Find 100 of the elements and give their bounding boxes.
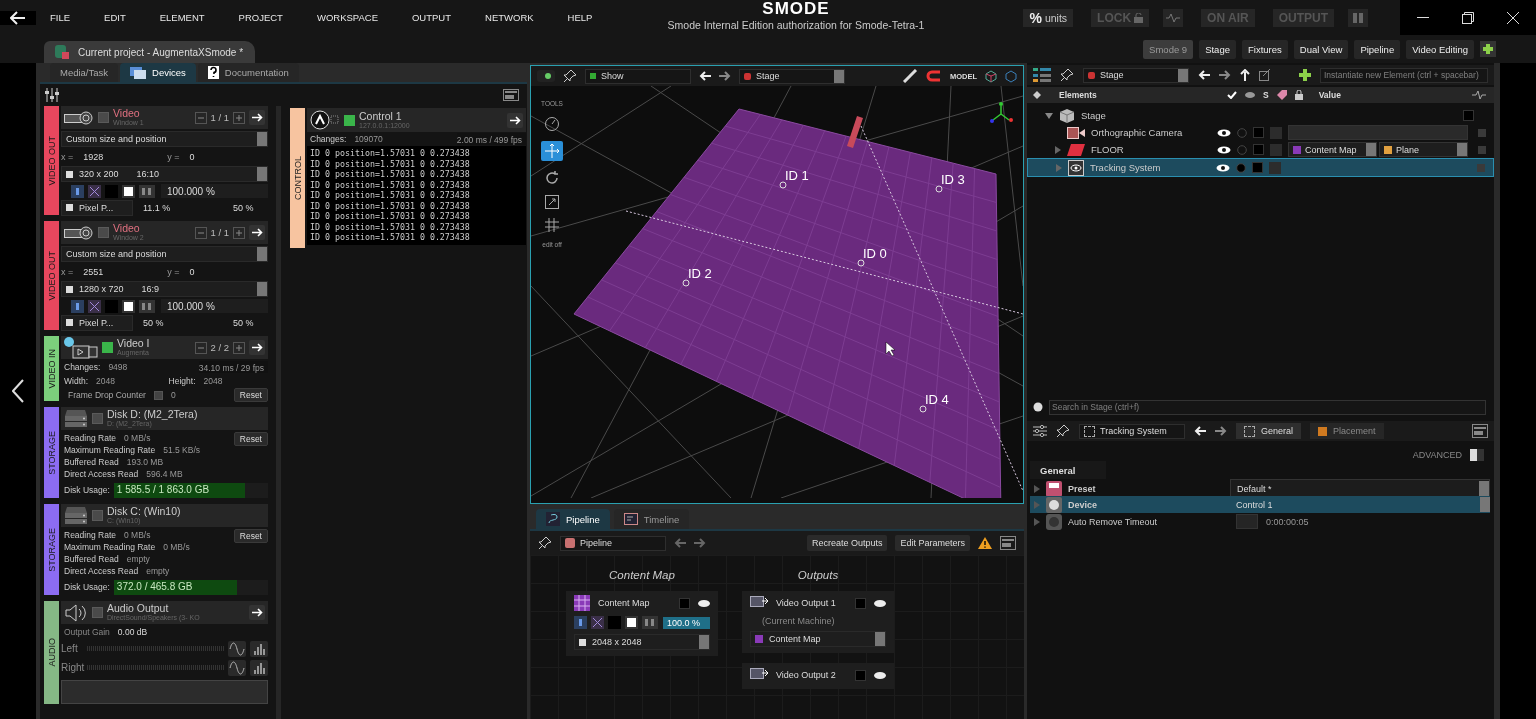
enable-checkbox[interactable] [344,114,355,126]
menu-item[interactable]: EDIT [104,12,126,23]
panel-tab[interactable]: Documentation [197,63,299,82]
column-header[interactable]: S [1263,90,1269,100]
row-checkbox[interactable] [1478,145,1486,154]
menu-item[interactable]: WORKSPACE [316,12,378,23]
y-field[interactable]: 0 [183,266,195,277]
color-cell[interactable] [1270,126,1282,139]
color-swatch[interactable] [1252,162,1263,173]
color-swatch[interactable] [1253,127,1264,138]
magnet-icon[interactable] [925,70,942,82]
arrow-right-icon[interactable] [507,112,523,128]
chevron-left-icon[interactable] [12,379,24,403]
lock-icon[interactable] [1294,90,1303,100]
up-arrow-icon[interactable] [1240,69,1250,81]
arrow-right-icon[interactable] [249,225,265,240]
pipeline-icon[interactable] [546,512,560,526]
layout-icon[interactable] [1472,424,1488,438]
pin-icon[interactable] [563,69,577,83]
enable-checkbox[interactable] [92,413,103,424]
collapse-icon[interactable] [1033,91,1041,99]
reset-button[interactable]: Reset [233,529,268,543]
tree-item[interactable]: Stage [1081,110,1106,121]
inspector-tab[interactable]: Placement [1310,423,1384,439]
rotate-tool-icon[interactable] [544,170,560,186]
check-icon[interactable] [1227,91,1237,99]
column-header[interactable]: Elements [1049,90,1219,100]
gizmo-icon[interactable] [544,116,560,132]
pixel-dropdown[interactable]: Pixel P... [61,314,133,331]
project-icon[interactable] [54,44,70,60]
resolution-dropdown[interactable]: 2048 x 2048 [574,634,710,650]
output-mode-icons[interactable] [71,299,157,313]
cube-icon[interactable] [985,69,997,83]
enable-checkbox[interactable] [102,342,113,353]
output-mode-icons[interactable] [574,616,660,629]
waveform-icon[interactable] [1163,8,1184,27]
tag-icon[interactable] [1276,90,1287,100]
eye-icon[interactable] [874,671,886,679]
value-field[interactable] [1288,125,1468,140]
pin-icon[interactable] [1060,68,1074,82]
instantiate-field[interactable]: Instantiate new Element (ctrl + spacebar) [1320,67,1488,83]
scene-selector[interactable]: Stage [1083,67,1189,83]
hexagon-icon[interactable] [1005,69,1017,83]
search-field[interactable]: Search in Stage (ctrl+f) [1049,399,1486,415]
reset-button[interactable]: Reset [233,432,268,446]
source-dropdown[interactable]: Content Map [750,631,886,647]
enable-checkbox[interactable] [92,510,103,521]
add-icon[interactable] [1480,41,1496,57]
eye-icon[interactable] [874,599,886,607]
column-header[interactable]: Value [1310,90,1341,100]
action-button[interactable]: Recreate Outputs [806,535,888,551]
percent-field[interactable]: 50 % [227,202,254,213]
solo-toggle[interactable] [1236,162,1246,173]
ruler-icon[interactable] [901,69,918,83]
content-map-node[interactable]: Content Map 100.0 % 2048 x 2048 [566,591,718,656]
pin-icon[interactable] [1056,424,1070,438]
minimize-icon[interactable] [1416,16,1429,19]
sliders-icon[interactable] [1033,424,1047,438]
restore-icon[interactable] [1462,11,1474,24]
workspace-button[interactable]: Dual View [1293,39,1349,59]
add-icon[interactable] [1299,69,1311,81]
outline-icon[interactable] [1033,67,1051,83]
workspace-button[interactable]: Stage [1199,39,1236,59]
tree-row[interactable]: FLOOR Content Map Plane [1027,141,1494,158]
x-field[interactable]: 2551 [77,266,164,277]
scale-tool-icon[interactable] [545,195,559,209]
panel-tab[interactable]: Timeline [613,509,690,529]
color-swatch[interactable] [855,597,866,609]
edit-icon[interactable] [1259,69,1271,81]
solo-toggle[interactable] [1237,144,1247,155]
axis-gizmo-icon[interactable] [990,102,1013,123]
menu-item[interactable]: NETWORK [485,12,534,23]
timeline-icon[interactable] [623,513,638,525]
panel-tab[interactable]: Media/Task [50,63,119,82]
percent-field[interactable]: 50 % [137,317,223,328]
move-tool-icon[interactable] [541,141,563,161]
expand-arrow-icon[interactable] [1055,145,1061,154]
layout-icon[interactable] [1000,536,1016,550]
menu-item[interactable]: ELEMENT [159,12,205,23]
close-icon[interactable] [1507,11,1520,24]
waveform-icon[interactable] [1472,90,1486,100]
plus-icon[interactable] [233,341,245,354]
layout-icon[interactable] [503,89,519,101]
target-selector[interactable]: Tracking System [1079,423,1185,439]
pause-icon[interactable] [1348,8,1368,27]
waveform-icon[interactable] [228,640,246,657]
forward-arrow-icon[interactable] [1219,70,1231,80]
pixel-dropdown[interactable]: Pixel P... [61,199,133,216]
panel-tab[interactable]: Devices [120,63,196,82]
view-selector[interactable]: Show [585,68,691,84]
help-icon[interactable] [207,66,219,79]
resolution-dropdown[interactable]: 1280 x 720 16:9 [61,281,268,297]
toggle-button[interactable]: % units [1023,8,1074,27]
arrow-right-icon[interactable] [249,605,265,620]
menu-item[interactable]: FILE [50,12,71,23]
color-swatch[interactable] [1253,144,1264,155]
output-node[interactable]: Video Output 1 (Current Machine) Content Map [742,591,894,653]
arrow-right-icon[interactable] [249,340,265,355]
panel-tab[interactable]: Pipeline [536,509,610,529]
forward-arrow-icon[interactable] [719,71,731,81]
